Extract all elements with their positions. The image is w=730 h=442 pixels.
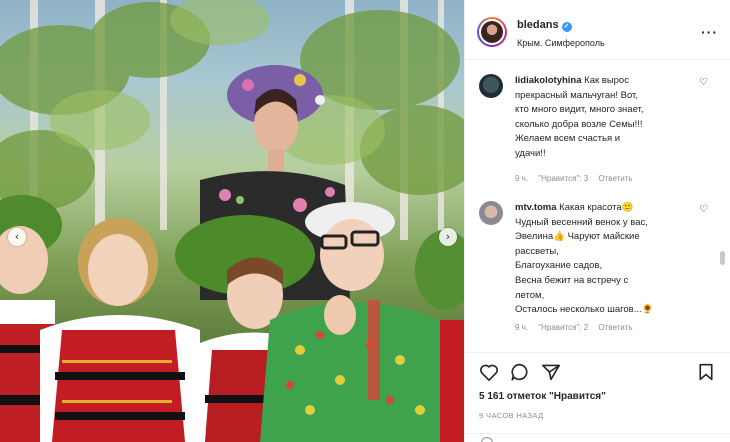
comment-like-heart-icon[interactable]: ♡ bbox=[699, 77, 708, 88]
comment-icon[interactable] bbox=[510, 363, 530, 381]
post-location[interactable]: Крым. Симферополь bbox=[517, 38, 605, 48]
chevron-left-icon[interactable]: ‹ bbox=[8, 228, 26, 246]
comment-meta: 9 ч. "Нравится": 3 Ответить bbox=[515, 174, 641, 183]
comment-line: Какая красота🙂 bbox=[559, 202, 634, 213]
post-actions: 5 161 отметок "Нравится" 9 ЧАСОВ НАЗАД bbox=[465, 352, 730, 442]
post-side-panel: bledans ✓ Крым. Симферополь ··· lidiakolo… bbox=[464, 0, 730, 442]
author-username[interactable]: bledans bbox=[517, 19, 559, 31]
comment-likes[interactable]: "Нравится": 2 bbox=[538, 323, 588, 332]
comment-line: Осталось несколько шагов...🌻 bbox=[515, 304, 654, 316]
comment-item: lidiakolotyhina Как вырос прекрасный мал… bbox=[477, 74, 719, 189]
comment-text: lidiakolotyhina Как вырос прекрасный мал… bbox=[515, 74, 693, 162]
comment-item: mtv.toma Какая красота🙂 Чудный весенний … bbox=[477, 201, 719, 341]
comment-line: Чудный весенний венок у вас, bbox=[515, 216, 648, 228]
comment-line: Как вырос bbox=[584, 75, 629, 86]
comment-reply-button[interactable]: Ответить bbox=[598, 174, 632, 183]
comment-like-heart-icon[interactable]: ♡ bbox=[699, 204, 708, 215]
comment-meta: 9 ч. "Нравится": 2 Ответить bbox=[515, 323, 641, 332]
author-username-row: bledans ✓ bbox=[517, 19, 572, 32]
share-icon[interactable] bbox=[541, 363, 561, 381]
photo-illustration bbox=[0, 0, 464, 442]
comment-line: рассветы, bbox=[515, 245, 559, 257]
post-timestamp: 9 ЧАСОВ НАЗАД bbox=[479, 411, 544, 420]
comments-list: lidiakolotyhina Как вырос прекрасный мал… bbox=[465, 61, 730, 351]
post-header: bledans ✓ Крым. Симферополь ··· bbox=[465, 0, 730, 60]
comment-avatar[interactable] bbox=[479, 201, 503, 225]
comment-line: Весна бежит на встречу с bbox=[515, 274, 629, 286]
comment-time: 9 ч. bbox=[515, 174, 529, 183]
comments-scrollbar[interactable] bbox=[720, 251, 725, 265]
verified-badge-icon: ✓ bbox=[561, 22, 572, 32]
comment-username[interactable]: lidiakolotyhina bbox=[515, 75, 582, 86]
bookmark-icon[interactable] bbox=[697, 363, 715, 381]
comment-line: прекрасный мальчуган! Вот, bbox=[515, 89, 638, 101]
comment-time: 9 ч. bbox=[515, 323, 529, 332]
comment-line: кто много видит, много знает, bbox=[515, 104, 644, 116]
emoji-icon[interactable] bbox=[481, 437, 493, 442]
likes-count[interactable]: 5 161 отметок "Нравится" bbox=[479, 391, 606, 402]
add-comment-divider bbox=[465, 433, 730, 434]
heart-icon[interactable] bbox=[479, 363, 499, 381]
comment-avatar[interactable] bbox=[479, 74, 503, 98]
comment-username[interactable]: mtv.toma bbox=[515, 202, 557, 213]
comment-text: mtv.toma Какая красота🙂 Чудный весенний … bbox=[515, 201, 693, 318]
author-avatar[interactable] bbox=[477, 17, 507, 47]
comment-reply-button[interactable]: Ответить bbox=[598, 323, 632, 332]
chevron-right-icon[interactable]: › bbox=[439, 228, 457, 246]
comment-line: удачи!! bbox=[515, 147, 546, 159]
comment-line: сколько добра возле Семы!!! bbox=[515, 118, 643, 130]
post-photo[interactable]: ‹ › bbox=[0, 0, 464, 442]
comment-line: летом, bbox=[515, 289, 545, 301]
comment-line: Эвелина👍 Чаруют майские bbox=[515, 231, 640, 243]
more-options-icon[interactable]: ··· bbox=[701, 24, 718, 40]
comment-line: Благоухание садов, bbox=[515, 260, 603, 272]
comment-line: Желаем всем счастья и bbox=[515, 133, 621, 145]
comment-likes[interactable]: "Нравится": 3 bbox=[538, 174, 588, 183]
